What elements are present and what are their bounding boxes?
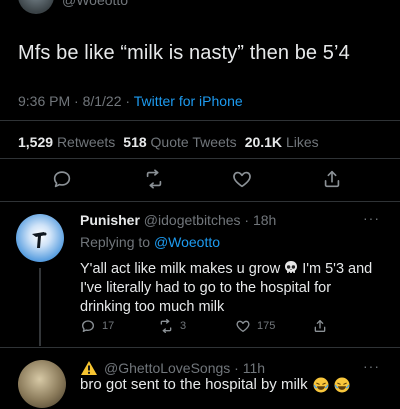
crying-laughing-emoji-icon (334, 377, 350, 392)
reply-retweets[interactable]: 3 (158, 318, 186, 334)
reply-header: Punisher @idogetbitches · 18h (80, 212, 276, 228)
crying-laughing-emoji-icon (313, 377, 329, 392)
third-avatar[interactable] (18, 360, 66, 408)
replying-to-link[interactable]: @Woeotto (154, 234, 220, 250)
like-icon[interactable] (231, 168, 253, 190)
reply-icon[interactable] (51, 168, 73, 190)
like-icon (236, 320, 250, 332)
more-options-icon[interactable]: ··· (363, 210, 380, 226)
divider (0, 347, 400, 348)
retweets-stat[interactable]: 1,529 Retweets (18, 134, 115, 150)
divider (0, 158, 400, 159)
reply-action-bar: 17 3 175 (0, 318, 400, 336)
divider (0, 120, 400, 121)
share-icon (314, 320, 326, 332)
reply-text: Y'all act like milk makes u grow I'm 5'3 … (80, 261, 373, 315)
reply-icon (82, 320, 94, 332)
tweet-source[interactable]: Twitter for iPhone (134, 93, 243, 109)
tweet-text: Mfs be like “milk is nasty” then be 5’4 (18, 42, 350, 64)
quote-tweets-stat[interactable]: 518 Quote Tweets (123, 134, 236, 150)
author-avatar[interactable] (18, 0, 54, 14)
share-icon[interactable] (321, 168, 343, 190)
tweet-stats: 1,529 Retweets 518 Quote Tweets 20.1K Like… (18, 134, 319, 150)
reply-share[interactable] (312, 318, 334, 334)
reply-avatar[interactable] (16, 214, 64, 262)
tweet-meta: 9:36 PM · 8/1/22 · Twitter for iPhone (18, 93, 243, 109)
reply-likes[interactable]: 175 (235, 318, 275, 334)
reply-display-name[interactable]: Punisher (80, 212, 140, 228)
third-handle-time[interactable]: @GhettoLoveSongs · 11h (104, 360, 265, 376)
likes-stat[interactable]: 20.1K Likes (245, 134, 319, 150)
more-options-icon[interactable]: ··· (363, 358, 380, 374)
third-text: bro got sent to the hospital by milk (80, 376, 350, 393)
warning-emoji-icon (81, 361, 97, 375)
divider (0, 201, 400, 202)
reply-replies[interactable]: 17 (80, 318, 114, 334)
reply-handle-time[interactable]: @idogetbitches · 18h (144, 212, 277, 228)
tweet-action-bar (0, 168, 400, 192)
retweet-icon (160, 319, 172, 333)
tweet-timestamp[interactable]: 9:36 PM · 8/1/22 · (18, 93, 134, 109)
author-handle[interactable]: @Woeotto (62, 0, 128, 8)
replying-to: Replying to @Woeotto (80, 234, 221, 250)
retweet-icon[interactable] (143, 168, 165, 190)
third-header: @GhettoLoveSongs · 11h (80, 360, 265, 376)
skull-emoji-icon (285, 261, 298, 273)
